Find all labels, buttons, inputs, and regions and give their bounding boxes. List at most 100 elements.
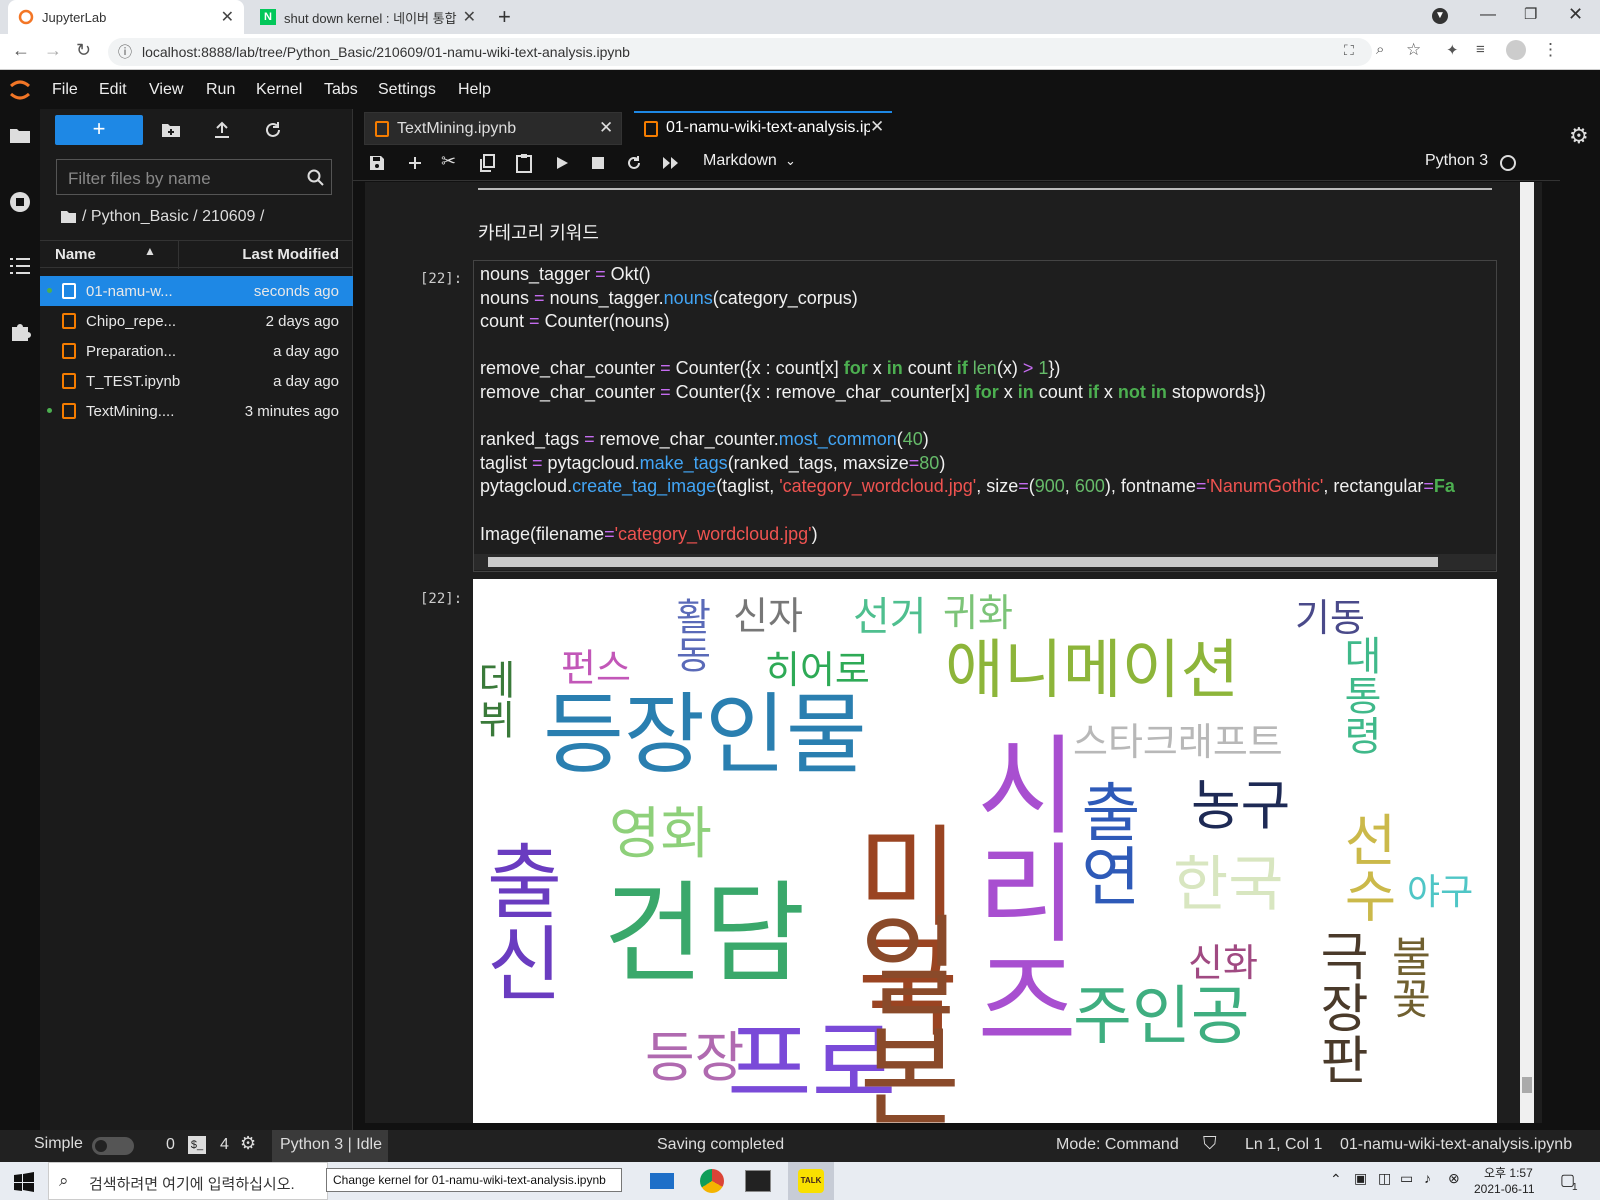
taskbar-search-box[interactable]: ⌕ 검색하려면 여기에 입력하십시오. (48, 1162, 328, 1200)
upload-icon[interactable] (213, 121, 231, 139)
column-last-modified[interactable]: Last Modified (242, 246, 339, 263)
media-icon[interactable]: ≡ (1476, 41, 1485, 58)
back-icon[interactable]: ← (12, 40, 30, 61)
horizontal-scrollbar[interactable] (474, 554, 1496, 570)
add-cell-icon[interactable] (407, 155, 423, 171)
property-inspector-gear-icon[interactable]: ⚙ (1569, 123, 1589, 149)
tray-security-icon[interactable]: ◫ (1378, 1170, 1391, 1187)
doc-tab-textmining[interactable]: TextMining.ipynb ✕ (364, 112, 622, 145)
breadcrumb-folder-icon[interactable] (60, 210, 77, 224)
simple-mode-toggle[interactable] (92, 1137, 134, 1155)
tab-search-icon[interactable]: ▼ (1432, 8, 1448, 24)
paste-icon[interactable] (516, 153, 532, 173)
stop-icon[interactable] (592, 157, 604, 169)
trusted-shield-icon[interactable]: ⛉ (1203, 1133, 1217, 1154)
menu-edit[interactable]: Edit (99, 81, 127, 99)
clock-time[interactable]: 오후 1:57 (1484, 1164, 1533, 1181)
code-token: create_tag_image (572, 476, 717, 497)
tray-ime-icon[interactable]: ⊗ (1448, 1170, 1460, 1187)
menu-settings[interactable]: Settings (378, 81, 436, 99)
cursor-position[interactable]: Ln 1, Col 1 (1245, 1136, 1322, 1154)
file-filter-input[interactable]: Filter files by name (56, 159, 332, 195)
menu-help[interactable]: Help (458, 81, 491, 99)
bookmark-star-icon[interactable]: ☆ (1406, 40, 1421, 60)
menu-file[interactable]: File (52, 81, 78, 99)
kernel-name[interactable]: Python 3 (1425, 152, 1488, 170)
markdown-heading[interactable]: 카테고리 키워드 (478, 219, 599, 245)
cut-icon[interactable]: ✂ (441, 151, 456, 172)
window-close-icon[interactable]: ✕ (1568, 4, 1583, 25)
refresh-icon[interactable] (264, 121, 282, 139)
cpu-icon[interactable]: ⚙ (240, 1133, 256, 1154)
clock-date[interactable]: 2021-06-11 (1474, 1182, 1535, 1196)
column-name[interactable]: Name (55, 246, 96, 263)
close-icon[interactable]: ✕ (599, 118, 613, 138)
file-row[interactable]: TextMining.... 3 minutes ago (40, 396, 353, 426)
menu-kernel[interactable]: Kernel (256, 81, 302, 99)
chrome-app-icon[interactable] (700, 1169, 724, 1193)
breadcrumb[interactable]: / Python_Basic / 210609 / (82, 208, 264, 226)
kakaotalk-taskbar-button[interactable]: TALK (788, 1162, 834, 1200)
fast-forward-icon[interactable] (662, 156, 680, 170)
browser-tab-naver[interactable]: N shut down kernel : 네이버 통합 ✕ (250, 0, 486, 34)
wordcloud-word: 극장판 (1309, 929, 1369, 1085)
doc-tab-namu[interactable]: 01-namu-wiki-text-analysis.ip ✕ (634, 111, 892, 145)
folder-icon[interactable] (9, 126, 31, 144)
url-field[interactable]: ⓘ localhost:8888/lab/tree/Python_Basic/2… (108, 38, 1372, 66)
mail-app-icon[interactable] (650, 1173, 674, 1189)
tray-chevron-up-icon[interactable]: ⌃ (1330, 1171, 1342, 1188)
kernel-status[interactable]: Python 3 | Idle (272, 1130, 388, 1162)
file-row[interactable]: 01-namu-w... seconds ago (40, 276, 353, 306)
close-icon[interactable]: ✕ (221, 7, 234, 27)
new-launcher-button[interactable]: + (55, 115, 143, 145)
running-kernels-icon[interactable] (8, 190, 32, 214)
save-icon[interactable] (369, 155, 385, 171)
notebook-vertical-scrollbar[interactable] (1520, 182, 1534, 1123)
more-menu-icon[interactable]: ⋮ (1542, 40, 1559, 60)
browser-tab-jupyterlab[interactable]: JupyterLab ✕ (8, 0, 244, 34)
zoom-icon[interactable]: ⌕ (1376, 41, 1384, 58)
close-icon[interactable]: ✕ (463, 7, 476, 27)
close-icon[interactable]: ✕ (870, 117, 884, 137)
restore-icon[interactable]: ❐ (1524, 5, 1537, 23)
code-token: Fa (1433, 476, 1455, 497)
windows-start-icon[interactable] (14, 1172, 34, 1192)
tray-display-icon[interactable]: ▭ (1400, 1170, 1413, 1187)
restart-icon[interactable] (626, 155, 642, 171)
toggle-knob (95, 1140, 107, 1152)
terminal-count[interactable]: 0 (166, 1136, 175, 1154)
minimize-icon[interactable]: — (1480, 6, 1496, 24)
cell-type-select[interactable]: Markdown ⌄ (703, 152, 803, 174)
menu-run[interactable]: Run (206, 81, 235, 99)
extension-manager-icon[interactable] (9, 320, 31, 342)
file-modified: a day ago (273, 372, 339, 390)
tray-network-icon[interactable]: ▣ (1354, 1170, 1367, 1187)
terminal-icon[interactable]: $_ (188, 1136, 206, 1154)
copy-icon[interactable] (479, 154, 495, 172)
code-token: = (595, 264, 611, 284)
new-folder-icon[interactable] (161, 122, 181, 138)
scrollbar-thumb[interactable] (488, 557, 1438, 567)
volume-icon[interactable]: ♪ (1424, 1170, 1431, 1186)
run-icon[interactable] (555, 156, 569, 170)
notebook-toolbar: ✂ Markdown ⌄ Python 3 (353, 145, 1560, 181)
file-row[interactable]: T_TEST.ipynb a day ago (40, 366, 353, 396)
terminal-app-icon[interactable] (745, 1170, 771, 1192)
code-token: nouns (663, 287, 713, 308)
forward-icon[interactable]: → (44, 40, 62, 61)
scrollbar-thumb[interactable] (1522, 1077, 1532, 1093)
table-of-contents-icon[interactable] (9, 257, 31, 275)
file-row[interactable]: Preparation... a day ago (40, 336, 353, 366)
new-tab-icon[interactable]: + (498, 4, 511, 30)
menu-view[interactable]: View (149, 81, 183, 99)
reload-icon[interactable]: ↻ (76, 40, 91, 61)
file-row[interactable]: Chipo_repe... 2 days ago (40, 306, 353, 336)
kernel-count[interactable]: 4 (220, 1136, 229, 1154)
menu-tabs[interactable]: Tabs (324, 81, 358, 99)
translate-icon[interactable]: ⛶ (1344, 42, 1354, 59)
code-token: remove_char_counter (480, 382, 661, 402)
file-name: Chipo_repe... (86, 312, 177, 330)
code-token: , rectangular (1323, 476, 1424, 497)
extensions-icon[interactable]: ✦ (1446, 41, 1459, 59)
profile-avatar[interactable] (1506, 40, 1526, 60)
